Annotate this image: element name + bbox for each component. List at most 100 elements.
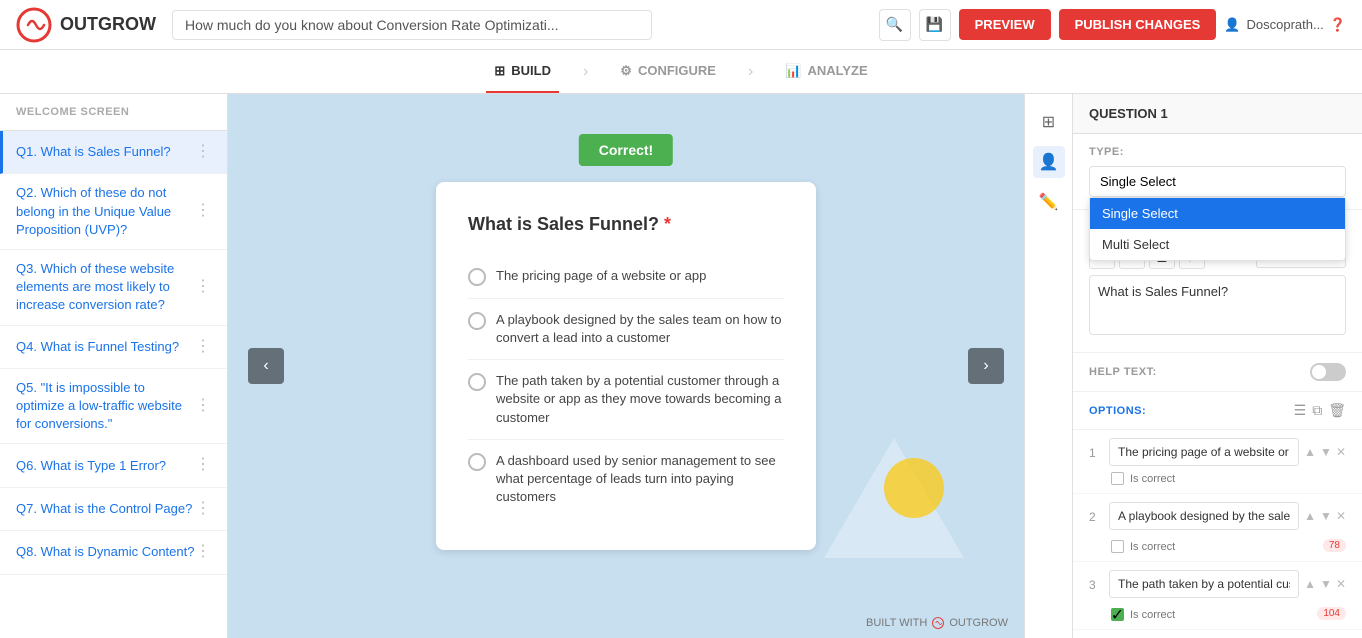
preview-button[interactable]: PREVIEW [959, 9, 1051, 40]
next-arrow-button[interactable]: › [968, 348, 1004, 384]
option-1-up-icon[interactable]: ▲ [1304, 445, 1316, 459]
option-2-up-icon[interactable]: ▲ [1304, 509, 1316, 523]
type-label-text: TYPE: [1089, 146, 1124, 158]
question-title: What is Sales Funnel? * [468, 214, 784, 235]
options-copy-icon[interactable]: ⧉ [1312, 402, 1322, 419]
sidebar-item-q7-label: Q7. What is the Control Page? [16, 500, 192, 518]
canvas-option-3[interactable]: The path taken by a potential customer t… [468, 360, 784, 440]
tab-configure[interactable]: ⚙ CONFIGURE [612, 50, 724, 93]
sidebar-item-q4[interactable]: Q4. What is Funnel Testing? ⋮ [0, 326, 227, 369]
option-1-num: 1 [1089, 438, 1103, 460]
option-1-input[interactable] [1109, 438, 1299, 466]
canvas-option-2-text: A playbook designed by the sales team on… [496, 311, 784, 347]
welcome-screen-label: WELCOME SCREEN [0, 94, 227, 131]
publish-button[interactable]: PUBLISH CHANGES [1059, 9, 1217, 40]
option-3-bottom: ✓ Is correct 104 [1111, 602, 1346, 621]
sidebar-item-q7-dots[interactable]: ⋮ [195, 498, 211, 520]
sidebar-item-q1-label: Q1. What is Sales Funnel? [16, 143, 171, 161]
doc-title[interactable]: How much do you know about Conversion Ra… [172, 10, 652, 40]
option-3-input[interactable] [1109, 570, 1299, 598]
save-icon[interactable]: 💾 [919, 9, 951, 41]
tab-analyze[interactable]: 📊 ANALYZE [777, 50, 875, 93]
option-1-correct-label: Is correct [1130, 473, 1175, 485]
search-icon[interactable]: 🔍 [879, 9, 911, 41]
canvas-area: Correct! ‹ What is Sales Funnel? * The p… [228, 94, 1024, 638]
sidebar-item-q2-dots[interactable]: ⋮ [195, 200, 211, 222]
analyze-icon: 📊 [785, 63, 801, 79]
tab-analyze-label: ANALYZE [807, 63, 867, 78]
option-radio-2[interactable] [468, 312, 486, 330]
option-3-correct-checkbox[interactable]: ✓ [1111, 608, 1124, 621]
option-2-bottom: Is correct 78 [1111, 534, 1346, 553]
sidebar-item-q5[interactable]: Q5. "It is impossible to optimize a low-… [0, 369, 227, 445]
option-2-num: 2 [1089, 502, 1103, 524]
option-2-correct-checkbox[interactable] [1111, 540, 1124, 553]
help-text-toggle[interactable] [1310, 363, 1346, 381]
help-text-row: HELP TEXT: [1073, 353, 1362, 392]
nav-sep-2: › [748, 63, 753, 81]
sidebar-item-q5-label: Q5. "It is impossible to optimize a low-… [16, 379, 195, 434]
option-radio-4[interactable] [468, 453, 486, 471]
edit-icon[interactable]: ✏️ [1033, 186, 1065, 218]
option-2-input[interactable] [1109, 502, 1299, 530]
options-list-icon[interactable]: ☰ [1294, 402, 1307, 419]
option-radio-3[interactable] [468, 373, 486, 391]
question-card: What is Sales Funnel? * The pricing page… [436, 182, 816, 551]
tab-build-label: BUILD [511, 63, 551, 78]
options-header: OPTIONS: ☰ ⧉ 🗑 [1073, 392, 1362, 430]
option-1-down-icon[interactable]: ▼ [1320, 445, 1332, 459]
canvas-option-1[interactable]: The pricing page of a website or app [468, 255, 784, 299]
logo[interactable]: OUTGROW [16, 7, 156, 43]
type-select[interactable]: Single Select Multi Select [1089, 166, 1346, 197]
sidebar-item-q4-dots[interactable]: ⋮ [195, 336, 211, 358]
canvas-option-2[interactable]: A playbook designed by the sales team on… [468, 299, 784, 360]
option-3-close-icon[interactable]: ✕ [1336, 577, 1346, 591]
main-layout: WELCOME SCREEN Q1. What is Sales Funnel?… [0, 94, 1362, 638]
option-radio-1[interactable] [468, 268, 486, 286]
option-2-down-icon[interactable]: ▼ [1320, 509, 1332, 523]
sidebar-item-q8-dots[interactable]: ⋮ [195, 541, 211, 563]
question-title-input[interactable]: What is Sales Funnel? [1089, 275, 1346, 335]
type-section: TYPE: Single Select Multi Select Single … [1073, 134, 1362, 210]
sidebar-item-q4-label: Q4. What is Funnel Testing? [16, 338, 179, 356]
type-select-wrapper: Single Select Multi Select Single Select… [1089, 166, 1346, 197]
option-3-up-icon[interactable]: ▲ [1304, 577, 1316, 591]
canvas-option-3-text: The path taken by a potential customer t… [496, 372, 784, 427]
panel-header: QUESTION 1 [1073, 94, 1362, 134]
sidebar-item-q3-label: Q3. Which of these website elements are … [16, 260, 195, 315]
grid-view-icon[interactable]: ⊞ [1033, 106, 1065, 138]
sidebar: WELCOME SCREEN Q1. What is Sales Funnel?… [0, 94, 228, 638]
user-area[interactable]: 👤 Doscoprath... ❓ [1224, 17, 1346, 33]
option-2-close-icon[interactable]: ✕ [1336, 509, 1346, 523]
header: OUTGROW How much do you know about Conve… [0, 0, 1362, 50]
user-icon-toolbar[interactable]: 👤 [1033, 146, 1065, 178]
option-3-down-icon[interactable]: ▼ [1320, 577, 1332, 591]
dropdown-multi-select[interactable]: Multi Select [1090, 229, 1345, 260]
dropdown-single-select[interactable]: Single Select [1090, 198, 1345, 229]
sidebar-item-q5-dots[interactable]: ⋮ [195, 395, 211, 417]
option-1-correct-checkbox[interactable] [1111, 472, 1124, 485]
sidebar-item-q6-dots[interactable]: ⋮ [195, 454, 211, 476]
properties-panel: QUESTION 1 TYPE: Single Select Multi Sel… [1072, 94, 1362, 638]
sidebar-item-q8[interactable]: Q8. What is Dynamic Content? ⋮ [0, 531, 227, 574]
sidebar-item-q2[interactable]: Q2. Which of these do not belong in the … [0, 174, 227, 250]
build-icon: ⊞ [494, 63, 505, 79]
sidebar-item-q1[interactable]: Q1. What is Sales Funnel? ⋮ [0, 131, 227, 174]
header-actions: 🔍 💾 PREVIEW PUBLISH CHANGES 👤 Doscoprath… [879, 9, 1346, 41]
canvas-option-4[interactable]: A dashboard used by senior management to… [468, 440, 784, 519]
sidebar-item-q6[interactable]: Q6. What is Type 1 Error? ⋮ [0, 444, 227, 487]
option-2-char-count: 78 [1323, 539, 1346, 552]
help-icon[interactable]: ❓ [1330, 17, 1346, 33]
options-trash-icon[interactable]: 🗑 [1328, 402, 1346, 419]
sidebar-item-q3[interactable]: Q3. Which of these website elements are … [0, 250, 227, 326]
option-1-close-icon[interactable]: ✕ [1336, 445, 1346, 459]
sidebar-item-q1-dots[interactable]: ⋮ [195, 141, 211, 163]
prev-arrow-button[interactable]: ‹ [248, 348, 284, 384]
sidebar-item-q7[interactable]: Q7. What is the Control Page? ⋮ [0, 488, 227, 531]
sidebar-item-q3-dots[interactable]: ⋮ [195, 276, 211, 298]
tab-build[interactable]: ⊞ BUILD [486, 50, 559, 93]
right-toolbar: ⊞ 👤 ✏️ [1024, 94, 1072, 638]
nav-tabs: ⊞ BUILD › ⚙ CONFIGURE › 📊 ANALYZE [0, 50, 1362, 94]
correct-badge: Correct! [579, 134, 673, 166]
tab-configure-label: CONFIGURE [638, 63, 716, 78]
